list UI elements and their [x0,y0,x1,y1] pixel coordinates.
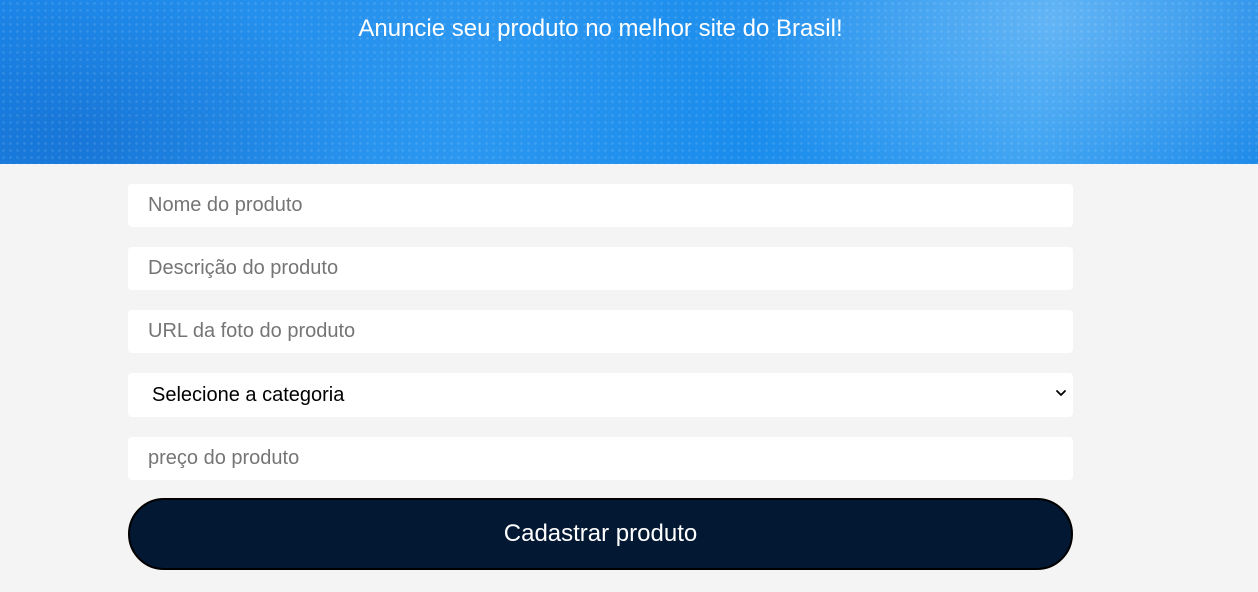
product-form: Selecione a categoria Cadastrar produto [128,184,1073,570]
product-price-input[interactable] [128,437,1073,480]
category-select-value: Selecione a categoria [152,384,345,406]
hero-banner: Anuncie seu produto no melhor site do Br… [0,0,1258,164]
chevron-down-icon [1056,390,1066,396]
submit-product-button[interactable]: Cadastrar produto [128,498,1073,570]
product-photo-url-input[interactable] [128,310,1073,353]
hero-title: Anuncie seu produto no melhor site do Br… [358,15,843,42]
product-description-input[interactable] [128,247,1073,290]
category-select[interactable]: Selecione a categoria [128,373,1073,417]
product-name-input[interactable] [128,184,1073,227]
